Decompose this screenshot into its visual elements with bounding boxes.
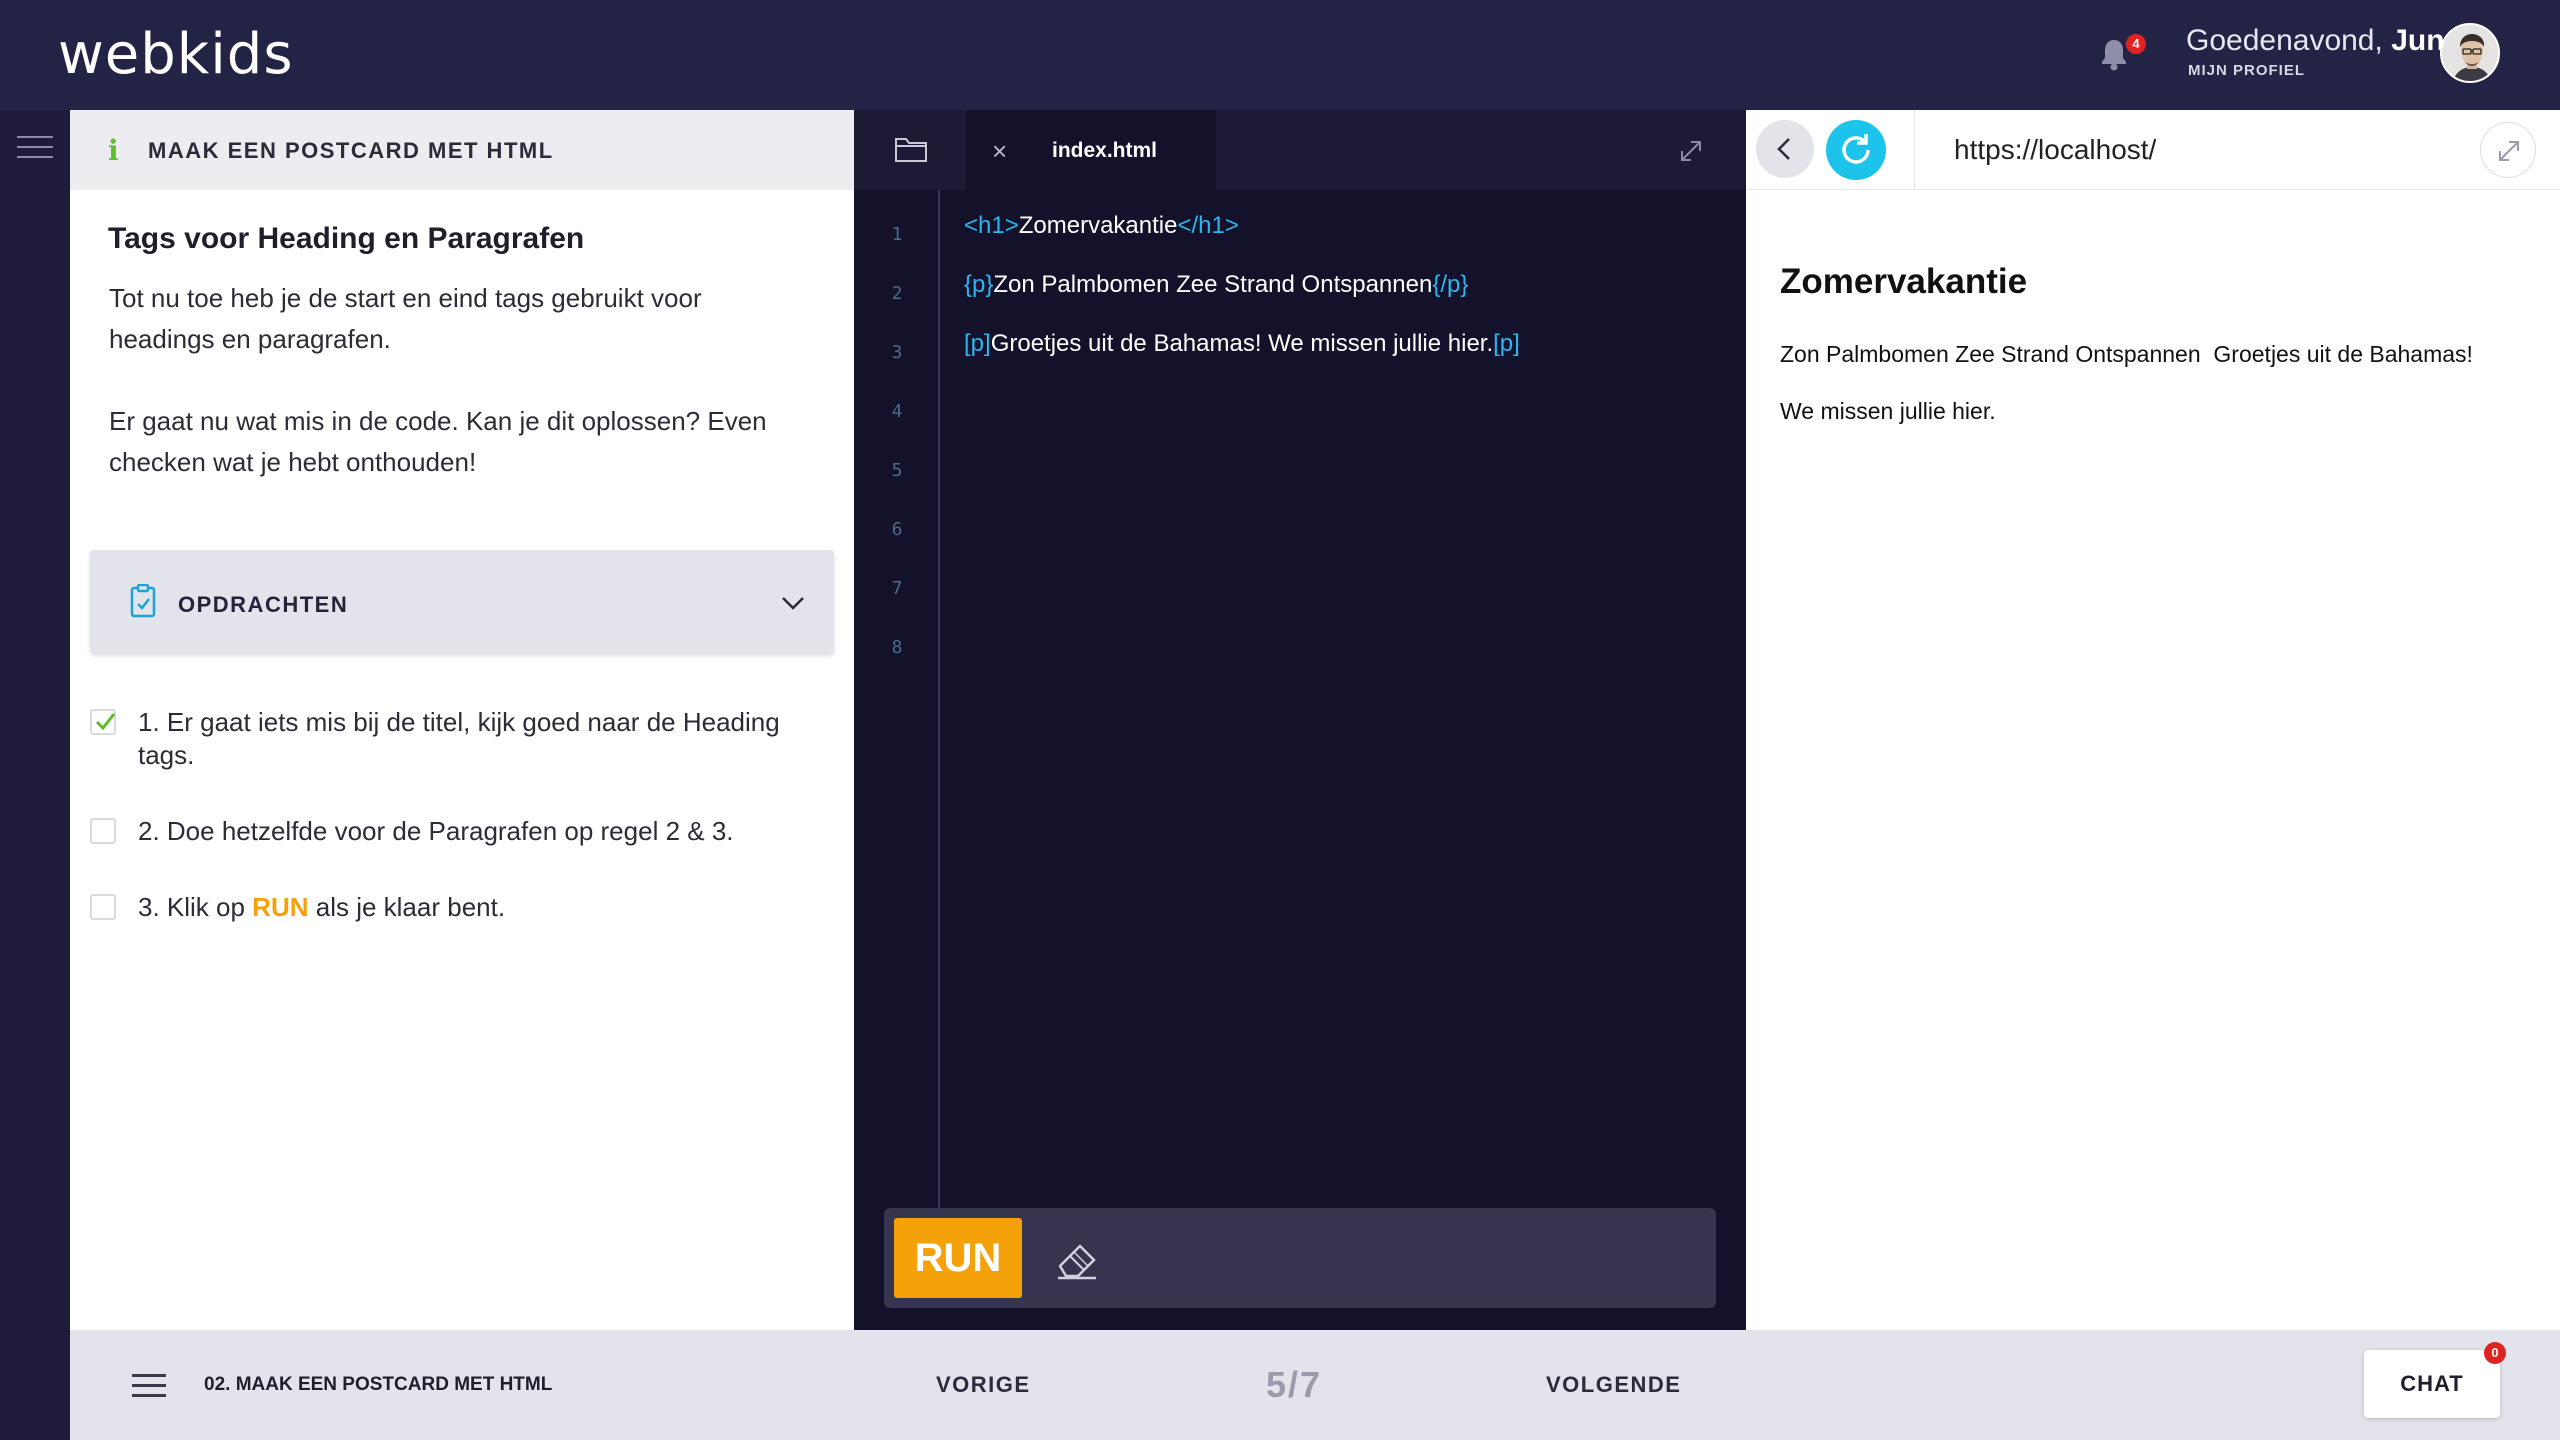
task-3-text-after: als je klaar bent. [308,892,506,922]
webkids-logo[interactable]: webkids [58,22,294,87]
task-item-1: 1. Er gaat iets mis bij de titel, kijk g… [90,706,834,772]
run-button[interactable]: RUN [894,1218,1022,1298]
next-button[interactable]: VOLGENDE [1546,1372,1681,1398]
task-2-checkbox[interactable] [90,818,116,844]
chevron-down-icon[interactable] [780,590,806,616]
task-3-run-highlight: RUN [252,892,309,922]
expand-icon [2499,141,2519,161]
step-counter: 5/7 [1266,1364,1323,1405]
line-number-gutter: 1 2 3 4 5 6 7 8 [854,190,940,1210]
bottom-navigation-bar: 02. MAAK EEN POSTCARD MET HTML VORIGE 5/… [70,1330,2560,1440]
code-tag: {p} [964,271,994,298]
preview-body: Zon Palmbomen Zee Strand Ontspannen Groe… [1780,326,2540,440]
greeting-prefix: Goedenavond, [2186,24,2383,57]
lesson-menu-icon[interactable] [132,1374,166,1398]
code-line-2[interactable]: {p}Zon Palmbomen Zee Strand Ontspannen{/… [964,271,1468,299]
chat-button[interactable]: CHAT [2364,1350,2500,1418]
eraser-icon[interactable] [1052,1234,1102,1282]
code-editor: × index.html 1 2 3 4 5 6 7 8 <h1>Zomerva… [854,110,1746,1330]
expand-preview-button[interactable] [2480,122,2536,178]
task-1-text: 1. Er gaat iets mis bij de titel, kijk g… [138,707,780,770]
lesson-paragraph-2: Er gaat nu wat mis in de code. Kan je di… [109,406,767,477]
url-bar[interactable]: https://localhost/ [1954,134,2156,166]
browser-preview: https://localhost/ Zomervakantie Zon Pal… [1746,110,2560,1330]
code-content: Groetjes uit de Bahamas! We missen julli… [990,330,1494,357]
task-item-3: 3. Klik op RUN als je klaar bent. [90,891,834,924]
chevron-left-icon [1777,138,1790,160]
top-bar: webkids 4 Goedenavond, Jun MIJN PROFIEL [0,0,2560,110]
folder-icon[interactable] [894,134,928,164]
line-number: 3 [891,342,903,363]
task-1-checkbox[interactable] [90,709,116,735]
line-number: 1 [891,224,903,245]
task-3-text-before: 3. Klik op [138,892,253,922]
line-number: 2 [891,283,903,304]
close-tab-icon[interactable]: × [992,136,1007,167]
code-tag: [p] [964,330,991,357]
tab-index-html[interactable]: × index.html [966,110,1216,190]
panel-title: MAAK EEN POSTCARD MET HTML [148,138,554,163]
current-lesson-title[interactable]: 02. MAAK EEN POSTCARD MET HTML [204,1374,552,1396]
preview-line-2: We missen jullie hier. [1780,398,1996,424]
line-number: 4 [891,401,903,422]
avatar-portrait-icon [2442,25,2498,81]
task-2-text: 2. Doe hetzelfde voor de Paragrafen op r… [138,816,734,846]
browser-toolbar: https://localhost/ [1746,110,2560,190]
chat-count-badge: 0 [2484,1342,2506,1364]
task-3-checkbox[interactable] [90,894,116,920]
task-list: 1. Er gaat iets mis bij de titel, kijk g… [90,706,834,967]
side-menu-icon[interactable] [17,136,53,160]
line-number: 6 [891,519,903,540]
accordion-title: OPDRACHTEN [178,592,349,617]
left-rail [0,110,70,1330]
code-content: Zomervakantie [1018,212,1178,239]
refresh-icon [1842,134,1870,164]
code-line-1[interactable]: <h1>Zomervakantie</h1> [964,212,1239,240]
line-number: 5 [891,460,903,481]
code-tag: <h1> [964,212,1019,239]
user-name: Jun [2391,24,2445,57]
lesson-heading: Tags voor Heading en Paragrafen [108,222,585,255]
line-number: 7 [891,578,903,599]
task-item-2: 2. Doe hetzelfde voor de Paragrafen op r… [90,815,834,848]
checkmark-icon [95,713,116,731]
assignments-accordion[interactable]: OPDRACHTEN [90,550,834,654]
code-content: Zon Palmbomen Zee Strand Ontspannen [993,271,1433,298]
instructions-panel: i MAAK EEN POSTCARD MET HTML Tags voor H… [70,110,854,1330]
url-divider [1914,110,1915,190]
my-profile-link[interactable]: MIJN PROFIEL [2188,62,2305,79]
code-tag: [p] [1493,330,1520,357]
code-line-3[interactable]: [p]Groetjes uit de Bahamas! We missen ju… [964,330,1520,358]
code-tag: </h1> [1177,212,1239,239]
clipboard-icon [130,584,156,618]
tab-label: index.html [1052,139,1158,162]
run-toolbar: RUN [884,1208,1716,1308]
lesson-paragraph-1: Tot nu toe heb je de start en eind tags … [109,283,702,354]
instructions-header: i MAAK EEN POSTCARD MET HTML [70,110,854,190]
back-button[interactable] [1756,120,1814,178]
lesson-text: Tot nu toe heb je de start en eind tags … [109,278,809,524]
notification-count-badge: 4 [2126,34,2146,54]
previous-button[interactable]: VORIGE [936,1372,1031,1398]
preview-heading: Zomervakantie [1780,262,2028,301]
info-icon: i [108,134,119,167]
line-number: 8 [891,637,903,658]
code-tag: {/p} [1432,271,1469,298]
refresh-button[interactable] [1826,120,1886,180]
user-avatar[interactable] [2440,23,2500,83]
greeting-text: Goedenavond, Jun [2186,24,2445,58]
editor-tab-bar: × index.html [854,110,1746,190]
preview-line-1: Zon Palmbomen Zee Strand Ontspannen Groe… [1780,341,2473,367]
expand-editor-icon[interactable] [1676,136,1706,166]
